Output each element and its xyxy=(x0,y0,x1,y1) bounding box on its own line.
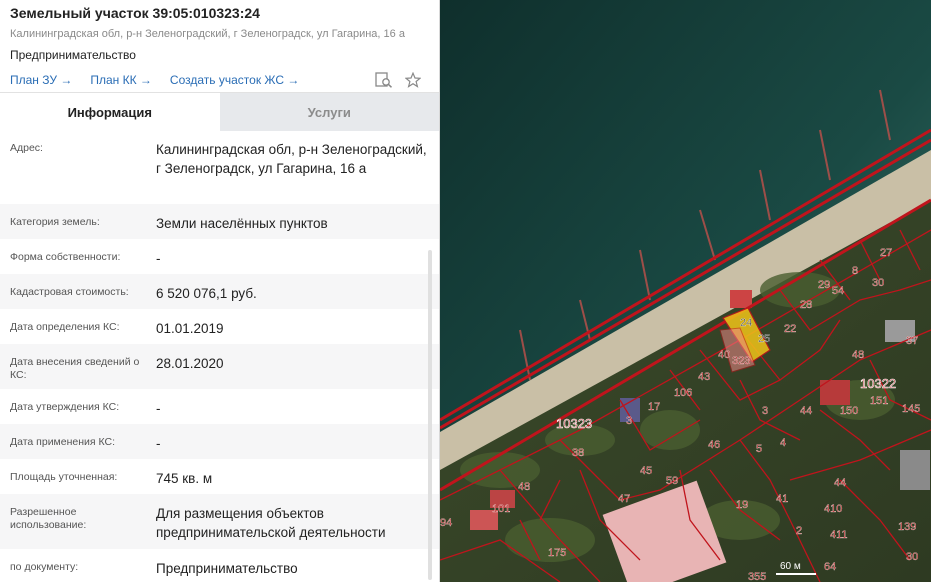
map-canvas[interactable]: 2425222982728543040 323431061748344 150151… xyxy=(440,0,931,582)
search-document-icon[interactable] xyxy=(375,72,393,88)
parcel-title: Земельный участок 39:05:010323:24 xyxy=(10,5,260,21)
parcel-label: 25 xyxy=(758,333,770,345)
action-links: План ЗУ → План КК → Создать участок ЖС → xyxy=(10,71,429,89)
info-row-value: Земли населённых пунктов xyxy=(156,216,328,231)
parcel-label: 8 xyxy=(852,265,858,277)
parcel-label: 175 xyxy=(548,547,566,559)
info-row-label: Дата применения КС: xyxy=(10,436,116,448)
scale-label: 60 м xyxy=(780,561,801,572)
info-row-value: - xyxy=(156,251,161,266)
quarter-label: 10322 xyxy=(860,376,896,391)
info-row: Категория земель: Земли населённых пункто… xyxy=(0,204,439,239)
info-row: Дата применения КС: - xyxy=(0,424,439,459)
info-row-label: Дата внесения сведений о КС: xyxy=(10,356,140,381)
info-row-label: Разрешенное использование: xyxy=(10,506,87,531)
star-icon[interactable] xyxy=(405,72,421,88)
info-table: Адрес: Калининградская обл, р-н Зеленогра… xyxy=(0,130,439,582)
parcel-label: 27 xyxy=(880,247,892,259)
info-row: Кадастровая стоимость: 6 520 076,1 руб. xyxy=(0,274,439,309)
parcel-label: 45 xyxy=(640,465,652,477)
parcel-address: Калининградская обл, р-н Зеленоградский,… xyxy=(10,28,405,40)
parcel-label: 64 xyxy=(824,561,836,573)
info-row-value: 745 кв. м xyxy=(156,471,213,486)
info-row-label: Кадастровая стоимость: xyxy=(10,286,129,298)
parcel-label: 37 xyxy=(906,335,918,347)
parcel-label: 41 xyxy=(776,493,788,505)
info-row: Форма собственности: - xyxy=(0,239,439,274)
info-row-label: Площадь уточненная: xyxy=(10,471,118,483)
parcel-label: 139 xyxy=(898,521,916,533)
parcel-label: 4 xyxy=(780,437,786,449)
parcel-label: 5 xyxy=(756,443,762,455)
parcel-label: 323 xyxy=(732,355,750,367)
info-row: Адрес: Калининградская обл, р-н Зеленогра… xyxy=(0,130,439,204)
info-row-value: - xyxy=(156,401,161,416)
info-row-label: Форма собственности: xyxy=(10,251,121,263)
panel-header: Земельный участок 39:05:010323:24 Калини… xyxy=(0,0,439,89)
parcel-label: 47 xyxy=(618,493,630,505)
info-row: Дата определения КС: 01.01.2019 xyxy=(0,309,439,344)
scrollbar[interactable] xyxy=(428,250,432,580)
parcel-label: 106 xyxy=(674,387,692,399)
tab-bar: Информация Услуги xyxy=(0,92,439,131)
info-row-label: Дата определения КС: xyxy=(10,321,120,333)
parcel-label: 43 xyxy=(698,371,710,383)
parcel-label: 30 xyxy=(872,277,884,289)
info-row-label: Категория земель: xyxy=(10,216,100,228)
info-row-label: Адрес: xyxy=(10,142,43,154)
parcel-label: 2 xyxy=(796,525,802,537)
plan-kk-link[interactable]: План КК → xyxy=(90,73,152,87)
plan-zu-link[interactable]: План ЗУ → xyxy=(10,73,72,87)
parcel-label: 30 xyxy=(906,551,918,563)
parcel-label: 355 xyxy=(748,571,766,582)
parcel-label: 29 xyxy=(818,279,830,291)
info-row: Дата внесения сведений о КС: 28.01.2020 xyxy=(0,344,439,389)
info-row-value: - xyxy=(156,436,161,451)
info-row: Площадь уточненная: 745 кв. м xyxy=(0,459,439,494)
parcel-label: 46 xyxy=(708,439,720,451)
parcel-label: 48 xyxy=(518,481,530,493)
tab-info[interactable]: Информация xyxy=(0,93,220,131)
map-view[interactable]: 24 25 22 29 8 27 28 54 30 40 323 43 106 17 48 3 44 150 151… xyxy=(440,0,931,582)
parcel-label: 411 xyxy=(830,529,848,541)
info-row-value: Предпринимательство xyxy=(156,561,298,576)
parcel-label: 145 xyxy=(902,403,920,415)
parcel-label: 59 xyxy=(666,475,678,487)
parcel-label: 19 xyxy=(736,499,748,511)
parcel-label: 28 xyxy=(800,299,812,311)
parcel-label: 410 xyxy=(824,503,842,515)
parcel-label: 3 xyxy=(762,405,768,417)
header-icons xyxy=(375,72,421,88)
info-panel: Земельный участок 39:05:010323:24 Калини… xyxy=(0,0,440,582)
parcel-label: 38 xyxy=(572,447,584,459)
tab-services[interactable]: Услуги xyxy=(219,93,439,131)
parcel-label: 151 xyxy=(870,395,888,407)
parcel-label: 48 xyxy=(852,349,864,361)
info-row-label: Дата утверждения КС: xyxy=(10,401,120,413)
parcel-label: 3 xyxy=(626,415,632,427)
create-parcel-link[interactable]: Создать участок ЖС → xyxy=(170,73,299,87)
info-row: Разрешенное использование: Для размещения… xyxy=(0,494,439,549)
parcel-label: 22 xyxy=(784,323,796,335)
parcel-label: 44 xyxy=(834,477,846,489)
parcel-label: 17 xyxy=(648,401,660,413)
info-row-value: Калининградская обл, р-н Зеленоградский,… xyxy=(156,142,427,176)
info-row-value: 01.01.2019 xyxy=(156,321,224,336)
parcel-label: 24 xyxy=(740,317,752,329)
parcel-label: 54 xyxy=(832,285,844,297)
info-row: по документу: Предпринимательство xyxy=(0,549,439,582)
info-row-value: 28.01.2020 xyxy=(156,356,224,371)
info-row: Дата утверждения КС: - xyxy=(0,389,439,424)
parcel-purpose: Предпринимательство xyxy=(10,48,136,62)
parcel-label: 40 xyxy=(718,349,730,361)
parcel-label: 94 xyxy=(440,517,452,529)
parcel-label: 44 xyxy=(800,405,812,417)
quarter-label: 10323 xyxy=(556,416,592,431)
parcel-label: 101 xyxy=(492,503,510,515)
info-row-value: 6 520 076,1 руб. xyxy=(156,286,257,301)
info-row-label: по документу: xyxy=(10,561,79,573)
info-row-value: Для размещения объектов предпринимательс… xyxy=(156,506,386,540)
parcel-label: 150 xyxy=(840,405,858,417)
